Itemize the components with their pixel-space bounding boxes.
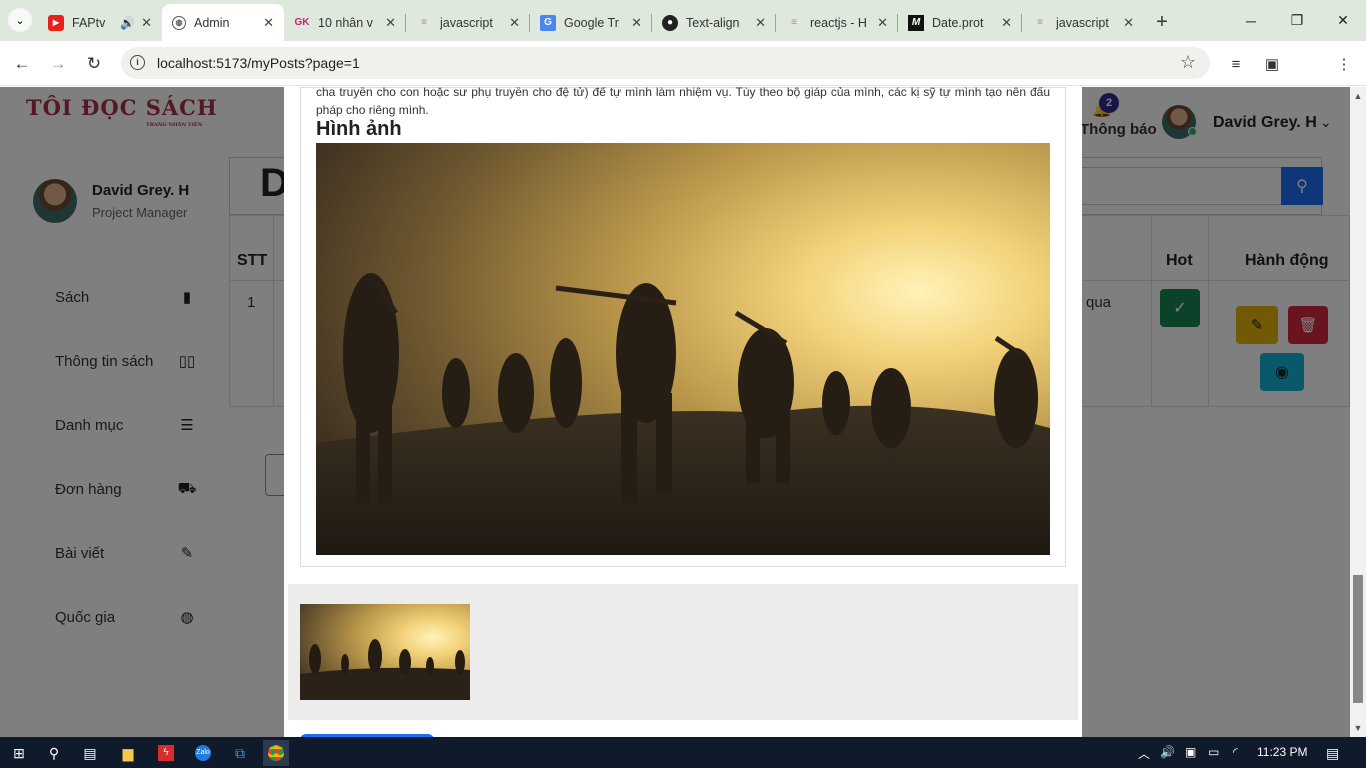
web-page: TÔI ĐỌC SÁCH TRANG NHÂN VIÊN David Grey.… (0, 87, 1350, 737)
browser-tab[interactable]: G Google Tr ✕ (530, 4, 652, 41)
minimize-icon[interactable]: ─ (1228, 0, 1274, 41)
browser-tab[interactable]: M Date.prot ✕ (898, 4, 1022, 41)
tab-title: javascript (1056, 15, 1109, 30)
wifi-icon[interactable]: ◜ (1233, 745, 1238, 759)
image-section-heading: Hình ảnh (316, 118, 402, 140)
speaker-icon[interactable]: 🔊 (1160, 745, 1175, 759)
browser-tab-active[interactable]: ◍ Admin ✕ (162, 4, 284, 41)
github-icon: ● (662, 14, 678, 31)
notification-center-icon[interactable]: ▤ (1326, 745, 1339, 762)
close-tab-icon[interactable]: ✕ (141, 15, 152, 31)
windows-taskbar: ⊞ ⚲ ▤ ▆ ϟ Zalo ⧉ ︿ 🔊 ▣ ▭ ◜ 11:23 PM ▤ (0, 737, 1366, 768)
chrome-icon[interactable] (263, 740, 289, 766)
speaker-icon[interactable]: 🔊 (120, 16, 135, 30)
scrollbar-thumb[interactable] (1353, 575, 1363, 703)
scroll-up-icon[interactable]: ▲ (1350, 88, 1366, 104)
tab-title: Date.prot (932, 15, 984, 30)
close-tab-icon[interactable]: ✕ (509, 15, 520, 31)
close-tab-icon[interactable]: ✕ (755, 15, 766, 31)
google-translate-icon: G (540, 14, 556, 31)
browser-tab[interactable]: ≡ javascript ✕ (406, 4, 530, 41)
new-tab-button[interactable]: + (1148, 4, 1176, 41)
close-tab-icon[interactable]: ✕ (263, 15, 274, 31)
tab-title: 10 nhân v (318, 15, 373, 30)
windows-start-icon[interactable]: ⊞ (6, 740, 32, 766)
close-tab-icon[interactable]: ✕ (1123, 15, 1134, 31)
bookmark-star-icon[interactable]: ☆ (1180, 52, 1196, 73)
browser-tab[interactable]: GK 10 nhân v ✕ (284, 4, 406, 41)
gk-icon: GK (294, 17, 310, 28)
globe-icon: ◍ (172, 15, 186, 30)
side-panel-icon[interactable]: ▣ (1261, 53, 1283, 75)
tab-search-button[interactable]: ⌄ (8, 8, 32, 32)
url-text[interactable]: localhost:5173/myPosts?page=1 (157, 55, 360, 71)
browser-tab[interactable]: ≡ reactjs - H ✕ (776, 4, 898, 41)
zalo-icon[interactable]: Zalo (190, 740, 216, 766)
flash-icon[interactable]: ϟ (153, 740, 179, 766)
browser-tab[interactable]: ≡ javascript ✕ (1022, 4, 1144, 41)
media-control-icon[interactable]: ≡ (1225, 53, 1247, 75)
scroll-down-icon[interactable]: ▼ (1350, 720, 1366, 736)
stackoverflow-icon: ≡ (791, 17, 797, 28)
close-window-icon[interactable]: ✕ (1320, 0, 1366, 41)
camera-icon[interactable]: ▣ (1185, 745, 1196, 759)
search-icon[interactable]: ⚲ (41, 740, 67, 766)
restore-icon[interactable]: ❐ (1274, 0, 1320, 41)
stackoverflow-icon: ≡ (421, 17, 427, 28)
address-toolbar: ← → ↻ i localhost:5173/myPosts?page=1 ☆ … (0, 41, 1366, 113)
back-icon[interactable]: ← (11, 53, 33, 75)
browser-tab[interactable]: ▶ FAPtv 🔊 ✕ (38, 4, 162, 41)
stackoverflow-icon: ≡ (1037, 17, 1043, 28)
vscode-icon[interactable]: ⧉ (227, 740, 253, 766)
forward-icon[interactable]: → (47, 53, 69, 75)
address-bar[interactable]: i localhost:5173/myPosts?page=1 ☆ (121, 47, 1210, 79)
menu-kebab-icon[interactable]: ⋮ (1333, 53, 1355, 75)
chevron-up-icon[interactable]: ︿ (1138, 745, 1150, 762)
tab-title: reactjs - H (810, 15, 867, 30)
file-explorer-icon[interactable]: ▆ (115, 740, 141, 766)
tab-title: Google Tr (564, 15, 619, 30)
browser-tab[interactable]: ● Text-align ✕ (652, 4, 776, 41)
mdn-icon: M (908, 14, 924, 31)
youtube-icon: ▶ (48, 14, 64, 31)
reload-icon[interactable]: ↻ (83, 53, 105, 75)
post-description: cha truyền cho con hoặc sư phụ truyền ch… (316, 87, 1050, 117)
task-view-icon[interactable]: ▤ (77, 740, 103, 766)
system-clock[interactable]: 11:23 PM (1257, 745, 1307, 759)
site-info-icon[interactable]: i (130, 55, 145, 70)
close-tab-icon[interactable]: ✕ (631, 15, 642, 31)
close-tab-icon[interactable]: ✕ (877, 15, 888, 31)
battery-icon[interactable]: ▭ (1208, 745, 1219, 759)
tab-title: FAPtv (72, 15, 106, 30)
browser-tab-strip: ⌄ ▶ FAPtv 🔊 ✕ ◍ Admin ✕ GK 10 nhân v ✕ ≡… (0, 0, 1366, 41)
post-main-image (316, 143, 1050, 555)
tab-title: javascript (440, 15, 493, 30)
image-thumbnail[interactable] (300, 604, 470, 700)
close-tab-icon[interactable]: ✕ (1001, 15, 1012, 31)
tab-title: Text-align (686, 15, 740, 30)
close-tab-icon[interactable]: ✕ (385, 15, 396, 31)
tab-title: Admin (194, 15, 230, 30)
